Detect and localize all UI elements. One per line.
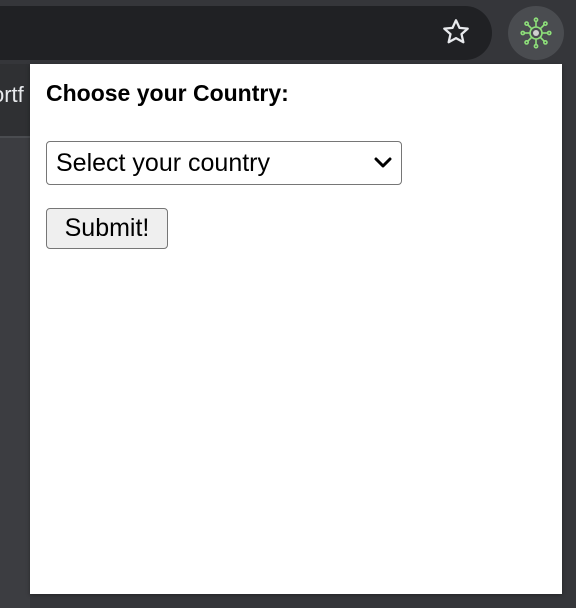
chevron-down-icon xyxy=(374,157,392,168)
browser-toolbar xyxy=(0,0,576,64)
background-page-sidebar xyxy=(0,138,30,608)
bookmark-star-button[interactable] xyxy=(434,12,478,52)
extension-button[interactable] xyxy=(508,6,564,60)
star-outline-icon xyxy=(443,19,469,44)
country-select-value: Select your country xyxy=(56,149,270,177)
extension-popup: Choose your Country: Select your country… xyxy=(30,64,562,594)
virus-icon xyxy=(520,17,552,49)
address-bar[interactable] xyxy=(0,6,492,60)
background-page-text: ortf xyxy=(0,82,24,107)
popup-heading: Choose your Country: xyxy=(46,80,289,106)
submit-button[interactable]: Submit! xyxy=(46,208,168,249)
country-select[interactable]: Select your country xyxy=(46,141,402,185)
